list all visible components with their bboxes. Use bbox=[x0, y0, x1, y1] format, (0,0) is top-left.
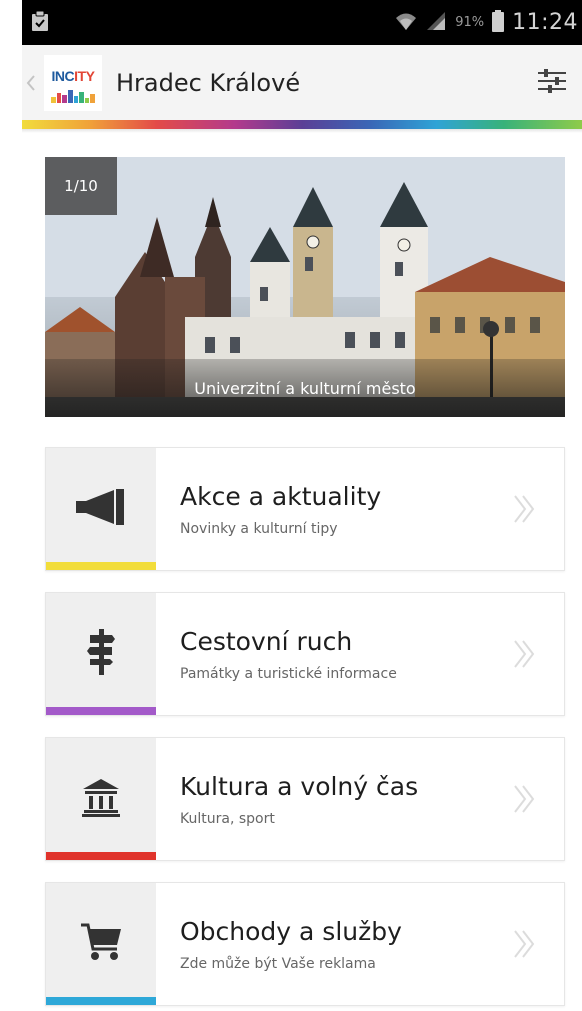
double-chevron-right-icon bbox=[484, 738, 564, 860]
signpost-icon bbox=[86, 627, 116, 681]
sliders-icon bbox=[535, 64, 569, 102]
menu-item-title: Cestovní ruch bbox=[180, 626, 353, 656]
accent-bar-blue bbox=[46, 997, 156, 1005]
rainbow-divider bbox=[22, 120, 582, 129]
signal-icon bbox=[425, 11, 447, 35]
museum-icon bbox=[81, 777, 121, 821]
cart-icon bbox=[79, 921, 123, 967]
carousel-caption: Univerzitní a kulturní město bbox=[45, 359, 565, 417]
clock: 11:24 bbox=[512, 10, 578, 35]
accent-bar-yellow bbox=[46, 562, 156, 570]
settings-sliders-button[interactable] bbox=[532, 63, 572, 103]
menu-item-shops[interactable]: Obchody a služby Zde může být Vaše rekla… bbox=[45, 882, 565, 1006]
menu-item-title: Obchody a služby bbox=[180, 916, 402, 946]
menu-item-subtitle: Novinky a kulturní tipy bbox=[180, 520, 338, 537]
app-bar: INCITY Hradec Králové bbox=[22, 45, 582, 120]
logo-bars bbox=[51, 89, 95, 103]
wifi-icon bbox=[395, 11, 417, 35]
menu-item-subtitle: Kultura, sport bbox=[180, 810, 275, 827]
carousel-counter: 1/10 bbox=[45, 157, 117, 215]
app-logo[interactable]: INCITY bbox=[44, 54, 102, 111]
status-bar: 91% 11:24 bbox=[22, 0, 582, 45]
menu-item-subtitle: Zde může být Vaše reklama bbox=[180, 955, 376, 972]
menu-item-title: Akce a aktuality bbox=[180, 481, 382, 511]
menu-item-subtitle: Památky a turistické informace bbox=[180, 665, 397, 682]
menu-item-title: Kultura a volný čas bbox=[180, 771, 419, 801]
megaphone-icon bbox=[74, 487, 128, 531]
double-chevron-right-icon bbox=[484, 883, 564, 1005]
back-chevron-icon[interactable] bbox=[22, 74, 40, 92]
accent-bar-purple bbox=[46, 707, 156, 715]
appbar-shadow bbox=[22, 129, 582, 133]
battery-percentage: 91% bbox=[455, 15, 485, 30]
hero-carousel[interactable]: 1/10 Univerzitní a kulturní město bbox=[45, 157, 565, 417]
menu-item-tourism[interactable]: Cestovní ruch Památky a turistické infor… bbox=[45, 592, 565, 716]
menu-item-culture[interactable]: Kultura a volný čas Kultura, sport bbox=[45, 737, 565, 861]
double-chevron-right-icon bbox=[484, 593, 564, 715]
page-title: Hradec Králové bbox=[116, 68, 301, 97]
double-chevron-right-icon bbox=[484, 448, 564, 570]
battery-icon bbox=[492, 9, 505, 36]
accent-bar-red bbox=[46, 852, 156, 860]
menu-item-events[interactable]: Akce a aktuality Novinky a kulturní tipy bbox=[45, 447, 565, 571]
clipboard-notification-icon bbox=[30, 10, 50, 36]
